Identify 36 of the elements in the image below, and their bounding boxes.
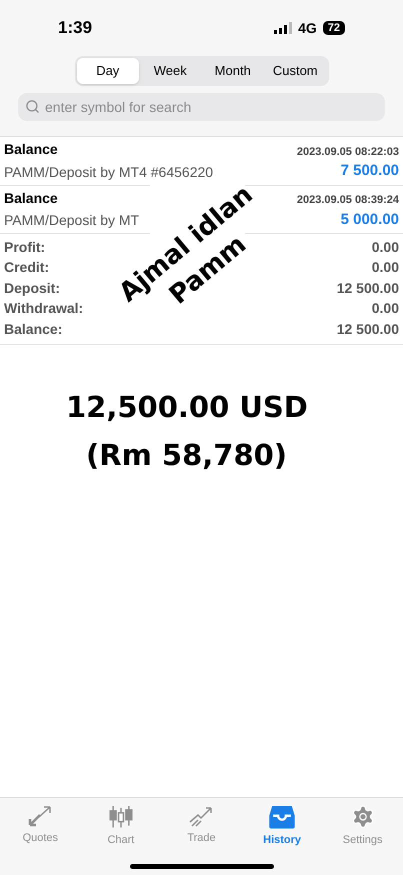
deal-type: Balance	[4, 140, 58, 159]
search-field[interactable]: enter symbol for search	[18, 93, 385, 121]
summary-value: 0.00	[372, 299, 399, 318]
deal-amount: 5 000.00	[340, 210, 399, 230]
period-tab[interactable]: Month	[202, 58, 264, 84]
summary-label: Deposit:	[4, 278, 60, 298]
deal-time: 2023.09.05 08:39:24	[296, 193, 399, 208]
tab-bar-item[interactable]: Chart	[80, 804, 162, 848]
deal-amount: 7 500.00	[340, 161, 399, 181]
search-icon	[25, 99, 40, 114]
summary-label: Profit:	[4, 238, 46, 257]
period-tab[interactable]: Week	[139, 58, 202, 84]
period-tab[interactable]: Day	[76, 58, 139, 84]
tab-bar-item[interactable]: Quotes	[0, 804, 81, 848]
status-time: 1:39	[58, 17, 92, 40]
tab-bar-item[interactable]: Settings	[322, 804, 403, 848]
arrows-icon	[27, 804, 54, 828]
deal-type: Balance	[4, 188, 58, 208]
summary-value: 12 500.00	[336, 278, 399, 298]
summary-label: Balance:	[4, 320, 62, 339]
network-label: 4G	[298, 18, 317, 38]
battery-level: 72	[322, 21, 345, 35]
candlestick-icon	[108, 804, 134, 830]
tab-bar-item[interactable]: History	[242, 804, 322, 848]
summary-value: 0.00	[372, 238, 399, 257]
tab-bar-item[interactable]: Trade	[161, 804, 242, 848]
summary-label: Credit:	[4, 258, 50, 278]
deal-time: 2023.09.05 08:22:03	[296, 144, 399, 160]
inbox-icon	[268, 804, 296, 830]
summary-label: Withdrawal:	[4, 299, 84, 318]
deal-comment: PAMM/Deposit by MT	[4, 211, 140, 230]
signal-icon	[274, 22, 292, 34]
summary-value: 0.00	[372, 258, 399, 278]
period-tab[interactable]: Custom	[264, 58, 326, 84]
summary-value: 12 500.00	[336, 320, 399, 339]
deal-comment: PAMM/Deposit by MT4 #6456220	[4, 162, 214, 182]
